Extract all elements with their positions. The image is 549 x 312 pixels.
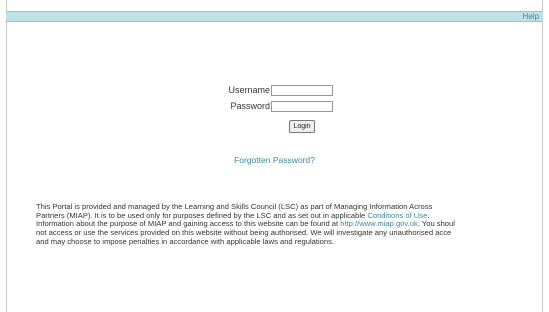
password-input[interactable] — [271, 101, 333, 112]
disclaimer-text-segment: . You shoul — [417, 219, 455, 229]
password-label: Password — [230, 101, 270, 111]
disclaimer-text-segment: Partners (MIAP). It is to be used only f… — [36, 210, 368, 220]
username-label: Username — [228, 85, 270, 95]
username-input[interactable] — [271, 85, 333, 96]
disclaimer-line: and may choose to impose penalties in ac… — [36, 236, 335, 246]
miap-website-link[interactable]: http://www.miap.gov.uk — [340, 219, 418, 229]
disclaimer-text-segment: . — [427, 210, 430, 220]
login-button[interactable]: Login — [289, 120, 315, 133]
disclaimer-text-segment: Information about the purpose of MIAP an… — [36, 219, 341, 229]
forgotten-password-link[interactable]: Forgotten Password? — [0, 154, 549, 166]
conditions-of-use-link[interactable]: Conditions of Use — [367, 211, 427, 220]
password-row: Password — [228, 100, 333, 113]
username-row: Username — [228, 84, 333, 97]
login-form: Username Password Login — [0, 0, 549, 140]
disclaimer-text: This Portal is provided and managed by t… — [36, 203, 541, 247]
